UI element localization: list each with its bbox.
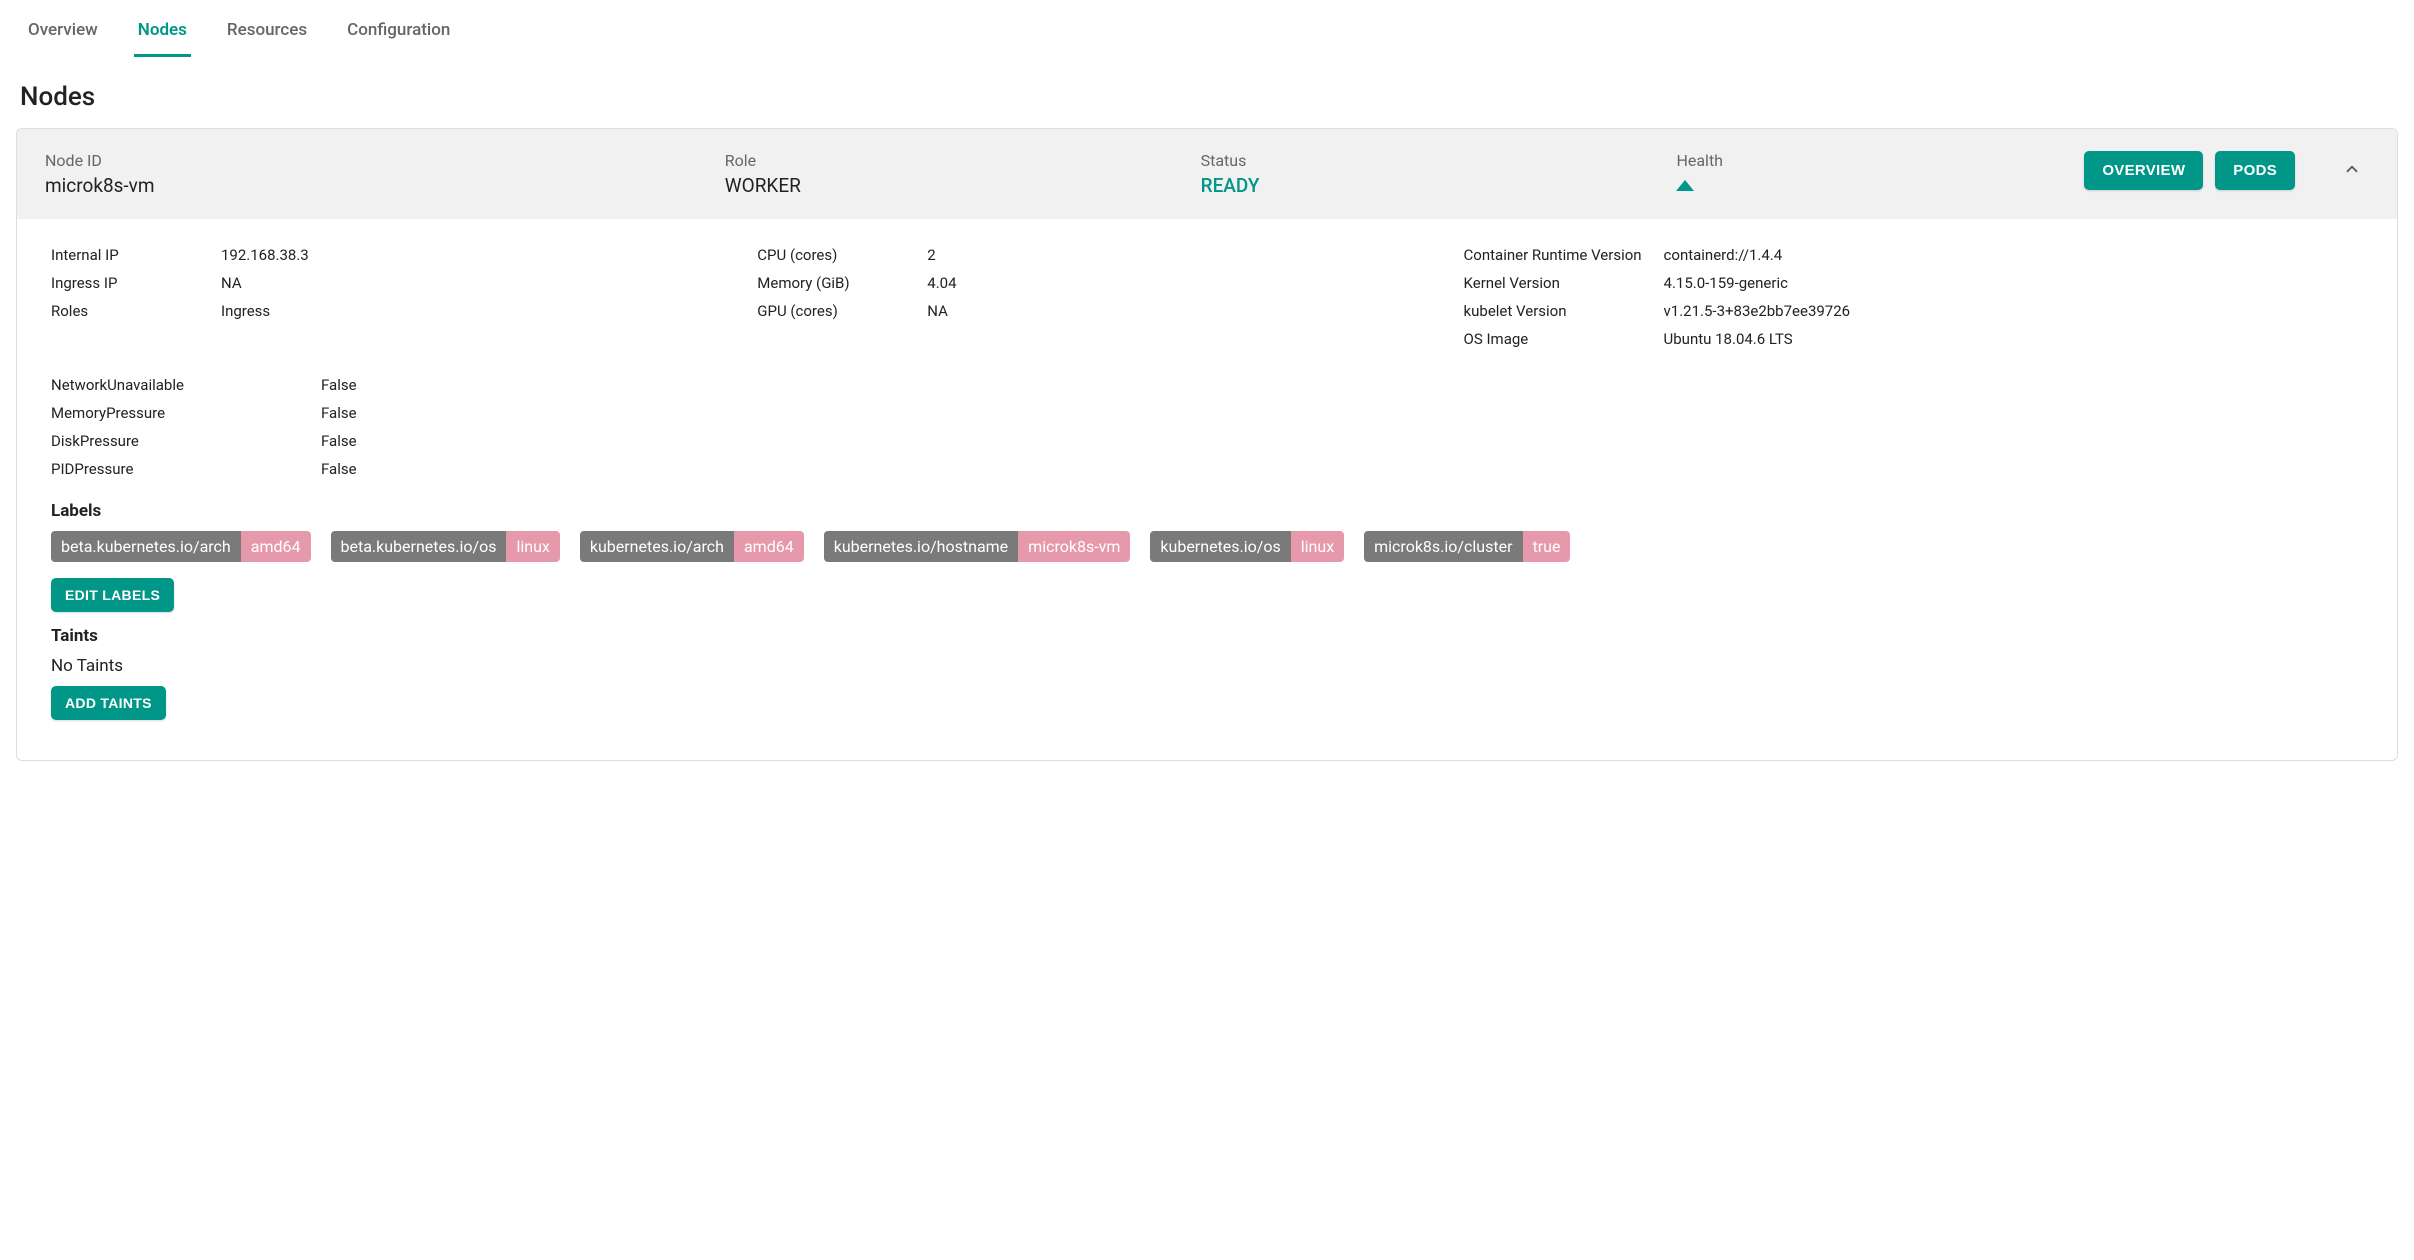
kv-val: NA (927, 302, 948, 320)
kv-val: 4.04 (927, 274, 956, 292)
tab-resources[interactable]: Resources (223, 12, 311, 57)
kv-key: PIDPressure (51, 460, 321, 478)
chip-val: microk8s-vm (1018, 531, 1130, 562)
label-chip: kubernetes.io/hostnamemicrok8s-vm (824, 531, 1131, 562)
condition-row: PIDPressureFalse (51, 455, 2363, 483)
kv-val: False (321, 376, 357, 394)
kv-key: OS Image (1464, 330, 1664, 348)
label-chip: kubernetes.io/archamd64 (580, 531, 804, 562)
detail-block-right: Container Runtime Versioncontainerd://1.… (1464, 241, 2363, 353)
chevron-up-icon (2343, 160, 2361, 178)
kv-row: Container Runtime Versioncontainerd://1.… (1464, 241, 2363, 269)
label-chip: kubernetes.io/oslinux (1150, 531, 1344, 562)
kv-val: v1.21.5-3+83e2bb7ee39726 (1664, 302, 1851, 320)
collapse-toggle[interactable] (2335, 152, 2369, 189)
page-title: Nodes (20, 82, 2398, 112)
label-chip: beta.kubernetes.io/archamd64 (51, 531, 311, 562)
kv-key: CPU (cores) (757, 246, 927, 264)
kv-row: RolesIngress (51, 297, 717, 325)
tab-nodes[interactable]: Nodes (134, 12, 191, 57)
no-taints-text: No Taints (51, 656, 2363, 676)
labels-chips: beta.kubernetes.io/archamd64 beta.kubern… (51, 531, 2363, 562)
edit-labels-button[interactable]: EDIT LABELS (51, 578, 174, 612)
chip-val: amd64 (734, 531, 804, 562)
chip-val: amd64 (241, 531, 311, 562)
hdr-node-id-label: Node ID (45, 151, 725, 170)
kv-row: Kernel Version4.15.0-159-generic (1464, 269, 2363, 297)
hdr-actions: OVERVIEW PODS (2084, 151, 2369, 190)
kv-row: kubelet Versionv1.21.5-3+83e2bb7ee39726 (1464, 297, 2363, 325)
condition-row: DiskPressureFalse (51, 427, 2363, 455)
tab-overview[interactable]: Overview (24, 12, 102, 57)
chip-key: beta.kubernetes.io/arch (51, 531, 241, 562)
kv-key: DiskPressure (51, 432, 321, 450)
tabs: Overview Nodes Resources Configuration (16, 0, 2398, 58)
chip-key: kubernetes.io/hostname (824, 531, 1018, 562)
hdr-health: Health (1676, 151, 2084, 195)
chip-val: linux (1291, 531, 1344, 562)
pods-button[interactable]: PODS (2215, 151, 2295, 190)
kv-key: NetworkUnavailable (51, 376, 321, 394)
chip-key: microk8s.io/cluster (1364, 531, 1522, 562)
condition-row: MemoryPressureFalse (51, 399, 2363, 427)
node-card-header: Node ID microk8s-vm Role WORKER Status R… (17, 129, 2397, 219)
chip-val: linux (506, 531, 559, 562)
add-taints-button[interactable]: ADD TAINTS (51, 686, 166, 720)
kv-key: Kernel Version (1464, 274, 1664, 292)
kv-key: MemoryPressure (51, 404, 321, 422)
conditions: NetworkUnavailableFalse MemoryPressureFa… (51, 371, 2363, 483)
kv-row: GPU (cores)NA (757, 297, 1423, 325)
kv-key: Ingress IP (51, 274, 221, 292)
health-up-icon (1676, 180, 1694, 191)
labels-heading: Labels (51, 501, 2363, 521)
chip-val: true (1523, 531, 1571, 562)
kv-val: 2 (927, 246, 935, 264)
label-chip: beta.kubernetes.io/oslinux (331, 531, 560, 562)
condition-row: NetworkUnavailableFalse (51, 371, 2363, 399)
hdr-health-label: Health (1676, 151, 2084, 170)
tab-configuration[interactable]: Configuration (343, 12, 454, 57)
kv-row: Internal IP192.168.38.3 (51, 241, 717, 269)
hdr-status: Status READY (1201, 151, 1677, 197)
hdr-role: Role WORKER (725, 151, 1201, 197)
chip-key: beta.kubernetes.io/os (331, 531, 507, 562)
kv-val: containerd://1.4.4 (1664, 246, 1783, 264)
hdr-status-label: Status (1201, 151, 1677, 170)
kv-val: False (321, 404, 357, 422)
kv-key: Container Runtime Version (1464, 246, 1664, 264)
kv-val: Ingress (221, 302, 270, 320)
node-card: Node ID microk8s-vm Role WORKER Status R… (16, 128, 2398, 761)
hdr-role-label: Role (725, 151, 1201, 170)
hdr-node-id-value: microk8s-vm (45, 174, 725, 197)
detail-columns: Internal IP192.168.38.3 Ingress IPNA Rol… (51, 241, 2363, 353)
chip-key: kubernetes.io/arch (580, 531, 734, 562)
detail-block-left: Internal IP192.168.38.3 Ingress IPNA Rol… (51, 241, 717, 353)
hdr-status-value: READY (1201, 174, 1677, 197)
kv-key: GPU (cores) (757, 302, 927, 320)
kv-row: Ingress IPNA (51, 269, 717, 297)
label-chip: microk8s.io/clustertrue (1364, 531, 1570, 562)
kv-row: Memory (GiB)4.04 (757, 269, 1423, 297)
kv-val: Ubuntu 18.04.6 LTS (1664, 330, 1793, 348)
kv-key: kubelet Version (1464, 302, 1664, 320)
chip-key: kubernetes.io/os (1150, 531, 1290, 562)
kv-key: Roles (51, 302, 221, 320)
taints-heading: Taints (51, 626, 2363, 646)
hdr-role-value: WORKER (725, 174, 1201, 197)
hdr-node-id: Node ID microk8s-vm (45, 151, 725, 197)
kv-val: 192.168.38.3 (221, 246, 309, 264)
kv-key: Internal IP (51, 246, 221, 264)
kv-row: CPU (cores)2 (757, 241, 1423, 269)
node-card-body: Internal IP192.168.38.3 Ingress IPNA Rol… (17, 219, 2397, 760)
detail-block-middle: CPU (cores)2 Memory (GiB)4.04 GPU (cores… (757, 241, 1423, 353)
kv-val: 4.15.0-159-generic (1664, 274, 1788, 292)
kv-val: False (321, 432, 357, 450)
overview-button[interactable]: OVERVIEW (2084, 151, 2203, 190)
kv-val: NA (221, 274, 242, 292)
kv-row: OS ImageUbuntu 18.04.6 LTS (1464, 325, 2363, 353)
kv-val: False (321, 460, 357, 478)
kv-key: Memory (GiB) (757, 274, 927, 292)
